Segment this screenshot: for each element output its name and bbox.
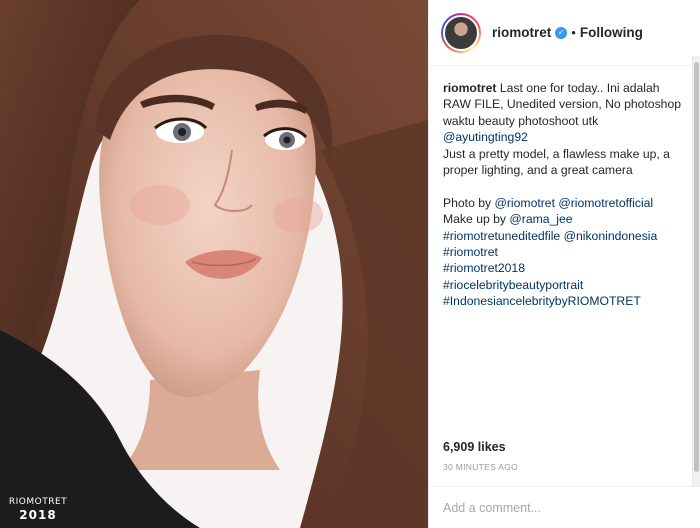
hashtag-link[interactable]: #riocelebritybeautyportrait [443, 277, 695, 293]
comment-input[interactable] [443, 498, 673, 518]
avatar-image [443, 14, 479, 51]
post-side-panel: riomotret ✓ • Following riomotret Last o… [428, 0, 700, 528]
hashtag-link[interactable]: #riomotretuneditedfile [443, 229, 560, 243]
portrait-illustration [0, 0, 428, 528]
post-caption: riomotret Last one for today.. Ini adala… [443, 80, 695, 310]
photo-watermark: RIOMOTRET 2018 [8, 497, 68, 522]
hashtag-link[interactable]: #riomotret [443, 244, 695, 260]
watermark-year: 2018 [19, 508, 57, 522]
makeup-credit-line: Make up by @rama_jee [443, 212, 573, 227]
hashtag-link[interactable]: #IndonesiancelebritybyRIOMOTRET [443, 293, 695, 309]
likes-count[interactable]: 6,909 likes [443, 440, 506, 454]
mention-link[interactable]: @rama_jee [509, 212, 572, 226]
header-username[interactable]: riomotret [492, 25, 551, 40]
scrollbar-thumb[interactable] [694, 62, 699, 472]
post-photo[interactable]: RIOMOTRET 2018 [0, 0, 428, 528]
caption-line: proper lighting, and a great camera [443, 163, 633, 178]
caption-scrollbar[interactable] [692, 56, 700, 486]
caption-line: RAW FILE, Unedited version, No photoshop [443, 97, 682, 112]
caption-author[interactable]: riomotret [443, 81, 497, 95]
caption-first-line: riomotret Last one for today.. Ini adala… [443, 80, 695, 96]
following-button[interactable]: Following [580, 25, 643, 40]
caption-line: waktu beauty photoshoot utk [443, 113, 599, 128]
mention-link[interactable]: @nikonindonesia [564, 229, 658, 243]
post-timestamp[interactable]: 30 MINUTES AGO [443, 462, 518, 472]
hashtag-line: #riomotretuneditedfile @nikonindonesia [443, 228, 695, 244]
mention-link[interactable]: @ayutingting92 [443, 129, 695, 145]
photo-credit-line: Photo by @riomotret @riomotretofficial [443, 195, 654, 210]
watermark-name: RIOMOTRET [8, 497, 68, 507]
caption-line: Just a pretty model, a flawless make up,… [443, 146, 670, 161]
post-header: riomotret ✓ • Following [429, 0, 700, 66]
mention-link[interactable]: @riomotretofficial [558, 196, 653, 210]
comment-bar [429, 486, 700, 528]
avatar[interactable] [441, 12, 481, 53]
verified-badge-icon: ✓ [555, 26, 568, 39]
hashtag-link[interactable]: #riomotret2018 [443, 260, 695, 276]
mention-link[interactable]: @riomotret [495, 196, 555, 210]
caption-text: Last one for today.. Ini adalah [496, 81, 660, 95]
header-separator: • [571, 25, 576, 40]
